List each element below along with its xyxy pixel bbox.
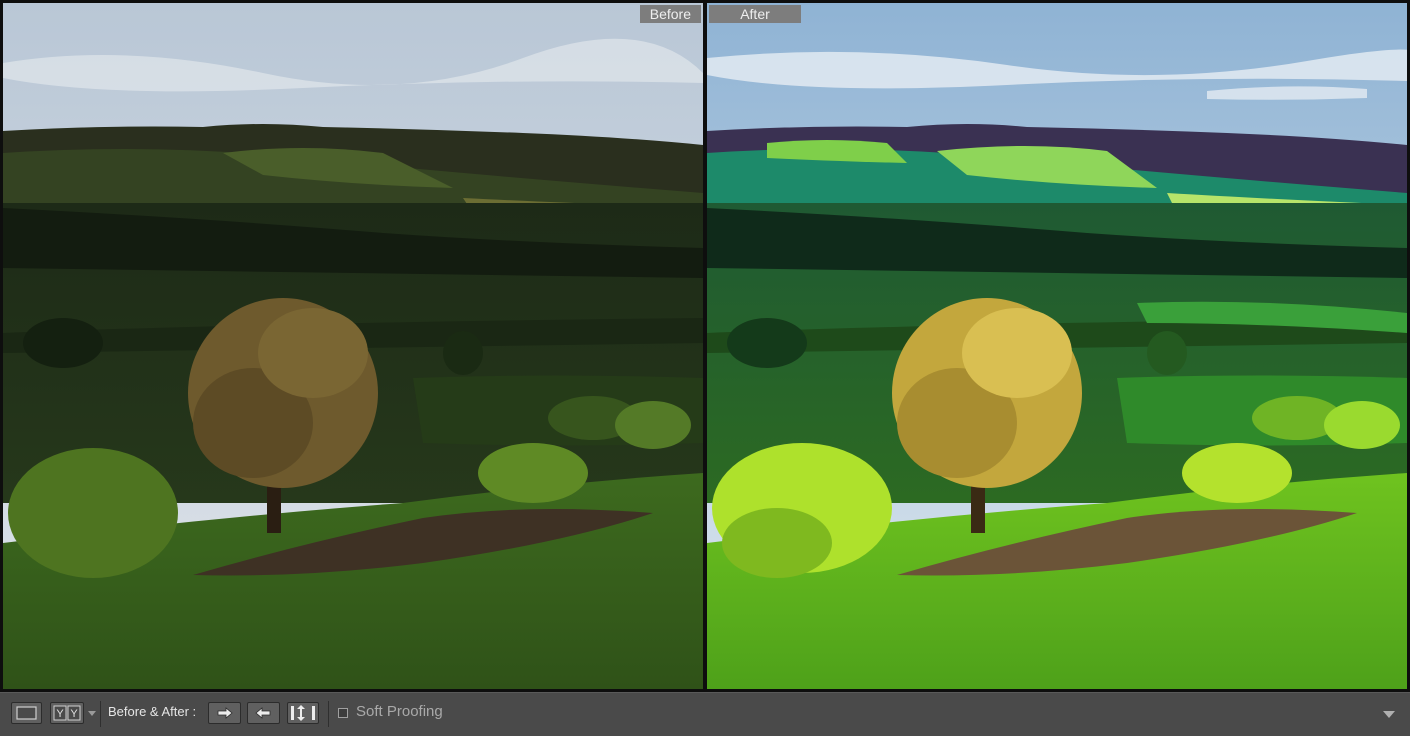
- svg-text:Y: Y: [56, 708, 64, 720]
- copy-before-to-after-button[interactable]: [208, 702, 241, 724]
- photo-compare-area: Before After: [0, 0, 1410, 692]
- arrow-left-icon: [255, 707, 271, 719]
- loupe-view-button[interactable]: [11, 702, 42, 724]
- after-photo: [707, 3, 1407, 689]
- before-after-label: Before & After :: [108, 704, 197, 719]
- copy-after-to-before-button[interactable]: [247, 702, 280, 724]
- after-label: After: [709, 5, 801, 23]
- toolbar-divider: [328, 701, 329, 727]
- soft-proofing-label[interactable]: Soft Proofing: [356, 703, 443, 720]
- view-dropdown-icon[interactable]: [88, 711, 96, 717]
- before-label: Before: [639, 5, 701, 23]
- svg-text:Y: Y: [70, 708, 78, 720]
- swap-icon: [291, 705, 315, 721]
- yy-compare-icon: Y Y: [53, 705, 81, 721]
- arrow-right-icon: [217, 707, 233, 719]
- compare-view-button[interactable]: Y Y: [50, 702, 84, 724]
- soft-proofing-checkbox[interactable]: [338, 708, 348, 718]
- bottom-toolbar: Y Y Before & After : Soft Proofing: [0, 692, 1410, 736]
- single-frame-icon: [16, 706, 37, 720]
- after-image-pane[interactable]: After: [707, 3, 1407, 689]
- toolbar-divider: [100, 701, 101, 727]
- swap-before-after-button[interactable]: [287, 702, 319, 724]
- toolbar-menu-icon[interactable]: [1383, 711, 1395, 719]
- before-image-pane[interactable]: Before: [3, 3, 703, 689]
- before-photo: [3, 3, 703, 689]
